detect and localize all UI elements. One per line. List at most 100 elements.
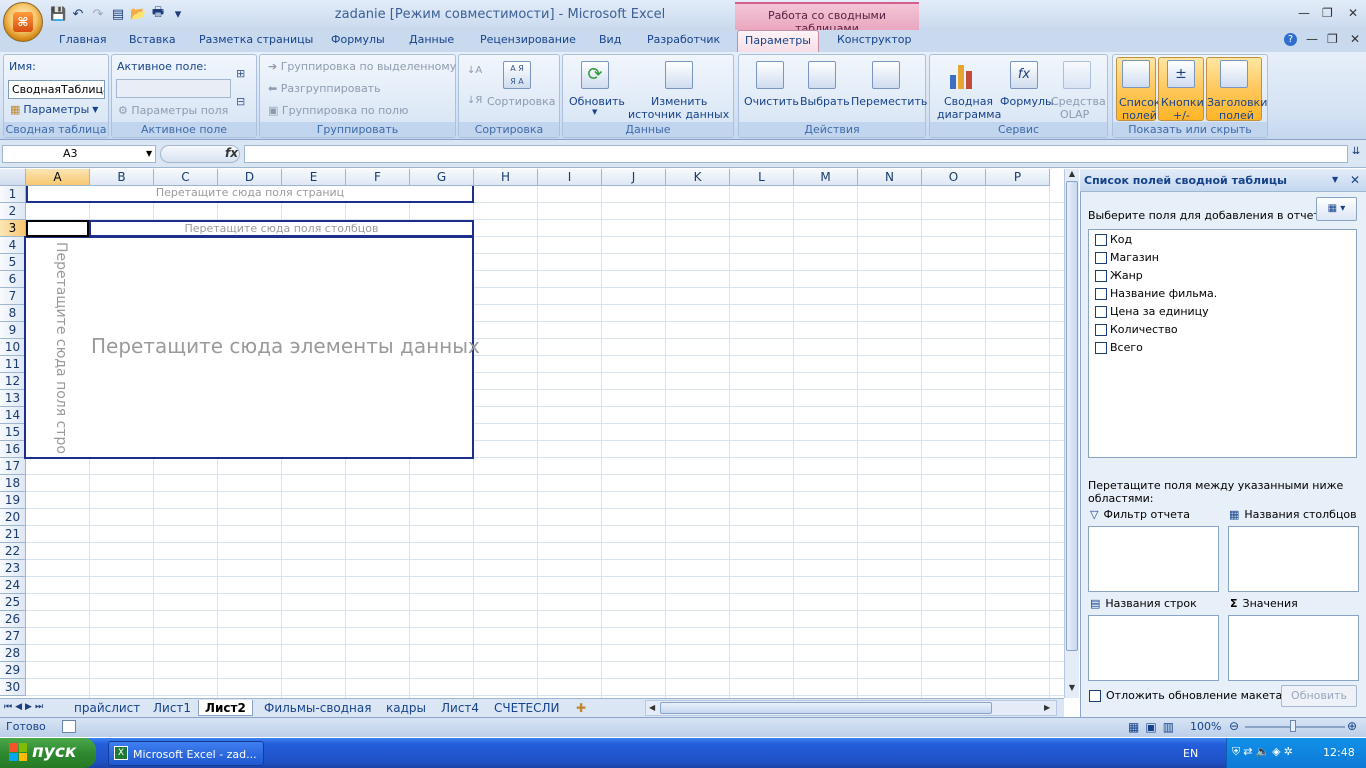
- minimize-icon[interactable]: —: [1298, 6, 1310, 20]
- view-buttons[interactable]: ▦▣▥: [1128, 720, 1180, 734]
- column-header-a[interactable]: A: [26, 169, 90, 186]
- select-all-corner[interactable]: [0, 169, 26, 186]
- defer-update-checkbox[interactable]: [1089, 689, 1101, 702]
- column-header-e[interactable]: E: [282, 169, 346, 186]
- tab-review[interactable]: Рецензирование: [480, 33, 576, 46]
- row-header-18[interactable]: 18: [0, 475, 26, 492]
- formula-input[interactable]: [244, 145, 1348, 163]
- active-cell[interactable]: [26, 220, 89, 237]
- doc-close-icon[interactable]: ✕: [1350, 32, 1360, 46]
- column-header-h[interactable]: H: [474, 169, 538, 186]
- field-item[interactable]: Цена за единицу: [1095, 305, 1209, 318]
- sort-dialog-icon[interactable]: А Я Я А: [503, 61, 531, 89]
- row-header-20[interactable]: 20: [0, 509, 26, 526]
- field-item[interactable]: Жанр: [1095, 269, 1143, 282]
- network-icon[interactable]: ⇄: [1243, 745, 1255, 758]
- row-header-7[interactable]: 7: [0, 288, 26, 305]
- column-header-f[interactable]: F: [346, 169, 410, 186]
- columns-zone[interactable]: [1228, 526, 1359, 592]
- vertical-scrollbar[interactable]: ▲ ▼: [1064, 169, 1079, 698]
- row-header-23[interactable]: 23: [0, 560, 26, 577]
- formulas-label[interactable]: Формулы: [1000, 95, 1054, 108]
- column-header-g[interactable]: G: [410, 169, 474, 186]
- name-box-chevron-icon[interactable]: ▼: [146, 149, 152, 158]
- tab-data[interactable]: Данные: [409, 33, 454, 46]
- clear-icon[interactable]: [756, 61, 784, 89]
- pivot-chart-label-2[interactable]: диаграмма: [937, 108, 1001, 121]
- pane-menu-icon[interactable]: ▼: [1332, 175, 1338, 184]
- tab-insert[interactable]: Вставка: [129, 33, 176, 46]
- doc-minimize-icon[interactable]: —: [1306, 32, 1318, 46]
- pivot-column-drop-zone[interactable]: Перетащите сюда поля столбцов: [89, 220, 474, 237]
- taskbar-excel-button[interactable]: Microsoft Excel - zad...: [108, 741, 264, 766]
- worksheet-grid[interactable]: ABCDEFGHIJKLMNOP 1 2 3 4 5 6 7 8 9 10 11 12 13 14 15 16…: [0, 169, 1064, 698]
- pivot-page-drop-zone[interactable]: Перетащите сюда поля страниц: [26, 186, 474, 203]
- name-box[interactable]: A3: [2, 145, 156, 163]
- row-header-11[interactable]: 11: [0, 356, 26, 373]
- row-header-17[interactable]: 17: [0, 458, 26, 475]
- tab-home[interactable]: Главная: [59, 33, 107, 46]
- cells-area[interactable]: Перетащите сюда поля страниц Перетащите …: [24, 186, 1064, 698]
- sheet-tab-active[interactable]: Лист2: [198, 700, 253, 716]
- language-indicator[interactable]: EN: [1183, 747, 1198, 760]
- refresh-chevron-icon[interactable]: ▼: [592, 108, 597, 116]
- column-header-l[interactable]: L: [730, 169, 794, 186]
- column-header-b[interactable]: B: [90, 169, 154, 186]
- row-header-15[interactable]: 15: [0, 424, 26, 441]
- sheet-nav-icons[interactable]: ⏮◀▶⏭: [4, 702, 46, 712]
- field-list-button[interactable]: Список полей: [1116, 57, 1160, 122]
- sort-label[interactable]: Сортировка: [487, 95, 556, 108]
- insert-function-icon[interactable]: fx: [225, 146, 238, 160]
- row-header-28[interactable]: 28: [0, 645, 26, 662]
- column-header-o[interactable]: O: [922, 169, 986, 186]
- collapse-field-icon[interactable]: ⊟: [236, 95, 245, 108]
- normal-view-icon[interactable]: ▦: [1128, 720, 1145, 734]
- row-header-10[interactable]: 10: [0, 339, 26, 356]
- row-header-2[interactable]: 2: [0, 203, 26, 220]
- tab-design[interactable]: Конструктор: [837, 33, 911, 46]
- zoom-out-icon[interactable]: ⊖: [1229, 719, 1239, 733]
- sheet-tab[interactable]: Лист1: [153, 700, 191, 716]
- filter-zone[interactable]: [1088, 526, 1219, 592]
- pivot-data-drop-zone[interactable]: Перетащите сюда элементы данных: [89, 236, 480, 459]
- column-header-c[interactable]: C: [154, 169, 218, 186]
- field-checkbox[interactable]: [1095, 341, 1107, 354]
- row-header-26[interactable]: 26: [0, 611, 26, 628]
- active-field-input[interactable]: [116, 79, 231, 98]
- pivot-chart-label-1[interactable]: Сводная: [944, 95, 993, 108]
- update-tray-icon[interactable]: ✲: [1284, 745, 1296, 758]
- row-header-8[interactable]: 8: [0, 305, 26, 322]
- row-header-16[interactable]: 16: [0, 441, 26, 458]
- refresh-label[interactable]: Обновить: [569, 95, 625, 108]
- rows-zone[interactable]: [1088, 615, 1219, 681]
- close-icon[interactable]: ✕: [1348, 6, 1358, 20]
- values-zone[interactable]: [1228, 615, 1359, 681]
- page-layout-view-icon[interactable]: ▣: [1145, 720, 1162, 734]
- vertical-scroll-thumb[interactable]: [1066, 181, 1078, 651]
- tab-options[interactable]: Параметры: [737, 30, 819, 52]
- row-header-3[interactable]: 3: [0, 220, 26, 237]
- scroll-right-icon[interactable]: ▶: [1044, 703, 1050, 712]
- layout-options-button[interactable]: ▦ ▾: [1316, 197, 1357, 221]
- field-item[interactable]: Код: [1095, 233, 1132, 246]
- help-icon[interactable]: ?: [1284, 33, 1297, 46]
- expand-field-icon[interactable]: ⊞: [236, 67, 245, 80]
- row-header-14[interactable]: 14: [0, 407, 26, 424]
- row-header-21[interactable]: 21: [0, 526, 26, 543]
- field-item[interactable]: Количество: [1095, 323, 1178, 336]
- column-header-d[interactable]: D: [218, 169, 282, 186]
- zoom-slider-thumb[interactable]: [1290, 720, 1296, 732]
- row-header-29[interactable]: 29: [0, 662, 26, 679]
- tab-developer[interactable]: Разработчик: [647, 33, 720, 46]
- row-header-24[interactable]: 24: [0, 577, 26, 594]
- scroll-left-icon[interactable]: ◀: [649, 703, 655, 712]
- tab-page-layout[interactable]: Разметка страницы: [199, 33, 313, 46]
- zoom-in-icon[interactable]: ⊕: [1347, 719, 1357, 733]
- plus-minus-button[interactable]: ± Кнопки +/-: [1158, 57, 1204, 122]
- field-params-button[interactable]: ⚙ Параметры поля: [118, 104, 228, 117]
- olap-label-1[interactable]: Средства: [1051, 95, 1106, 108]
- move-icon[interactable]: [872, 61, 900, 89]
- clear-label[interactable]: Очистить: [744, 95, 799, 108]
- tab-formulas[interactable]: Формулы: [331, 33, 385, 46]
- group-field-button[interactable]: ▣ Группировка по полю: [268, 104, 408, 117]
